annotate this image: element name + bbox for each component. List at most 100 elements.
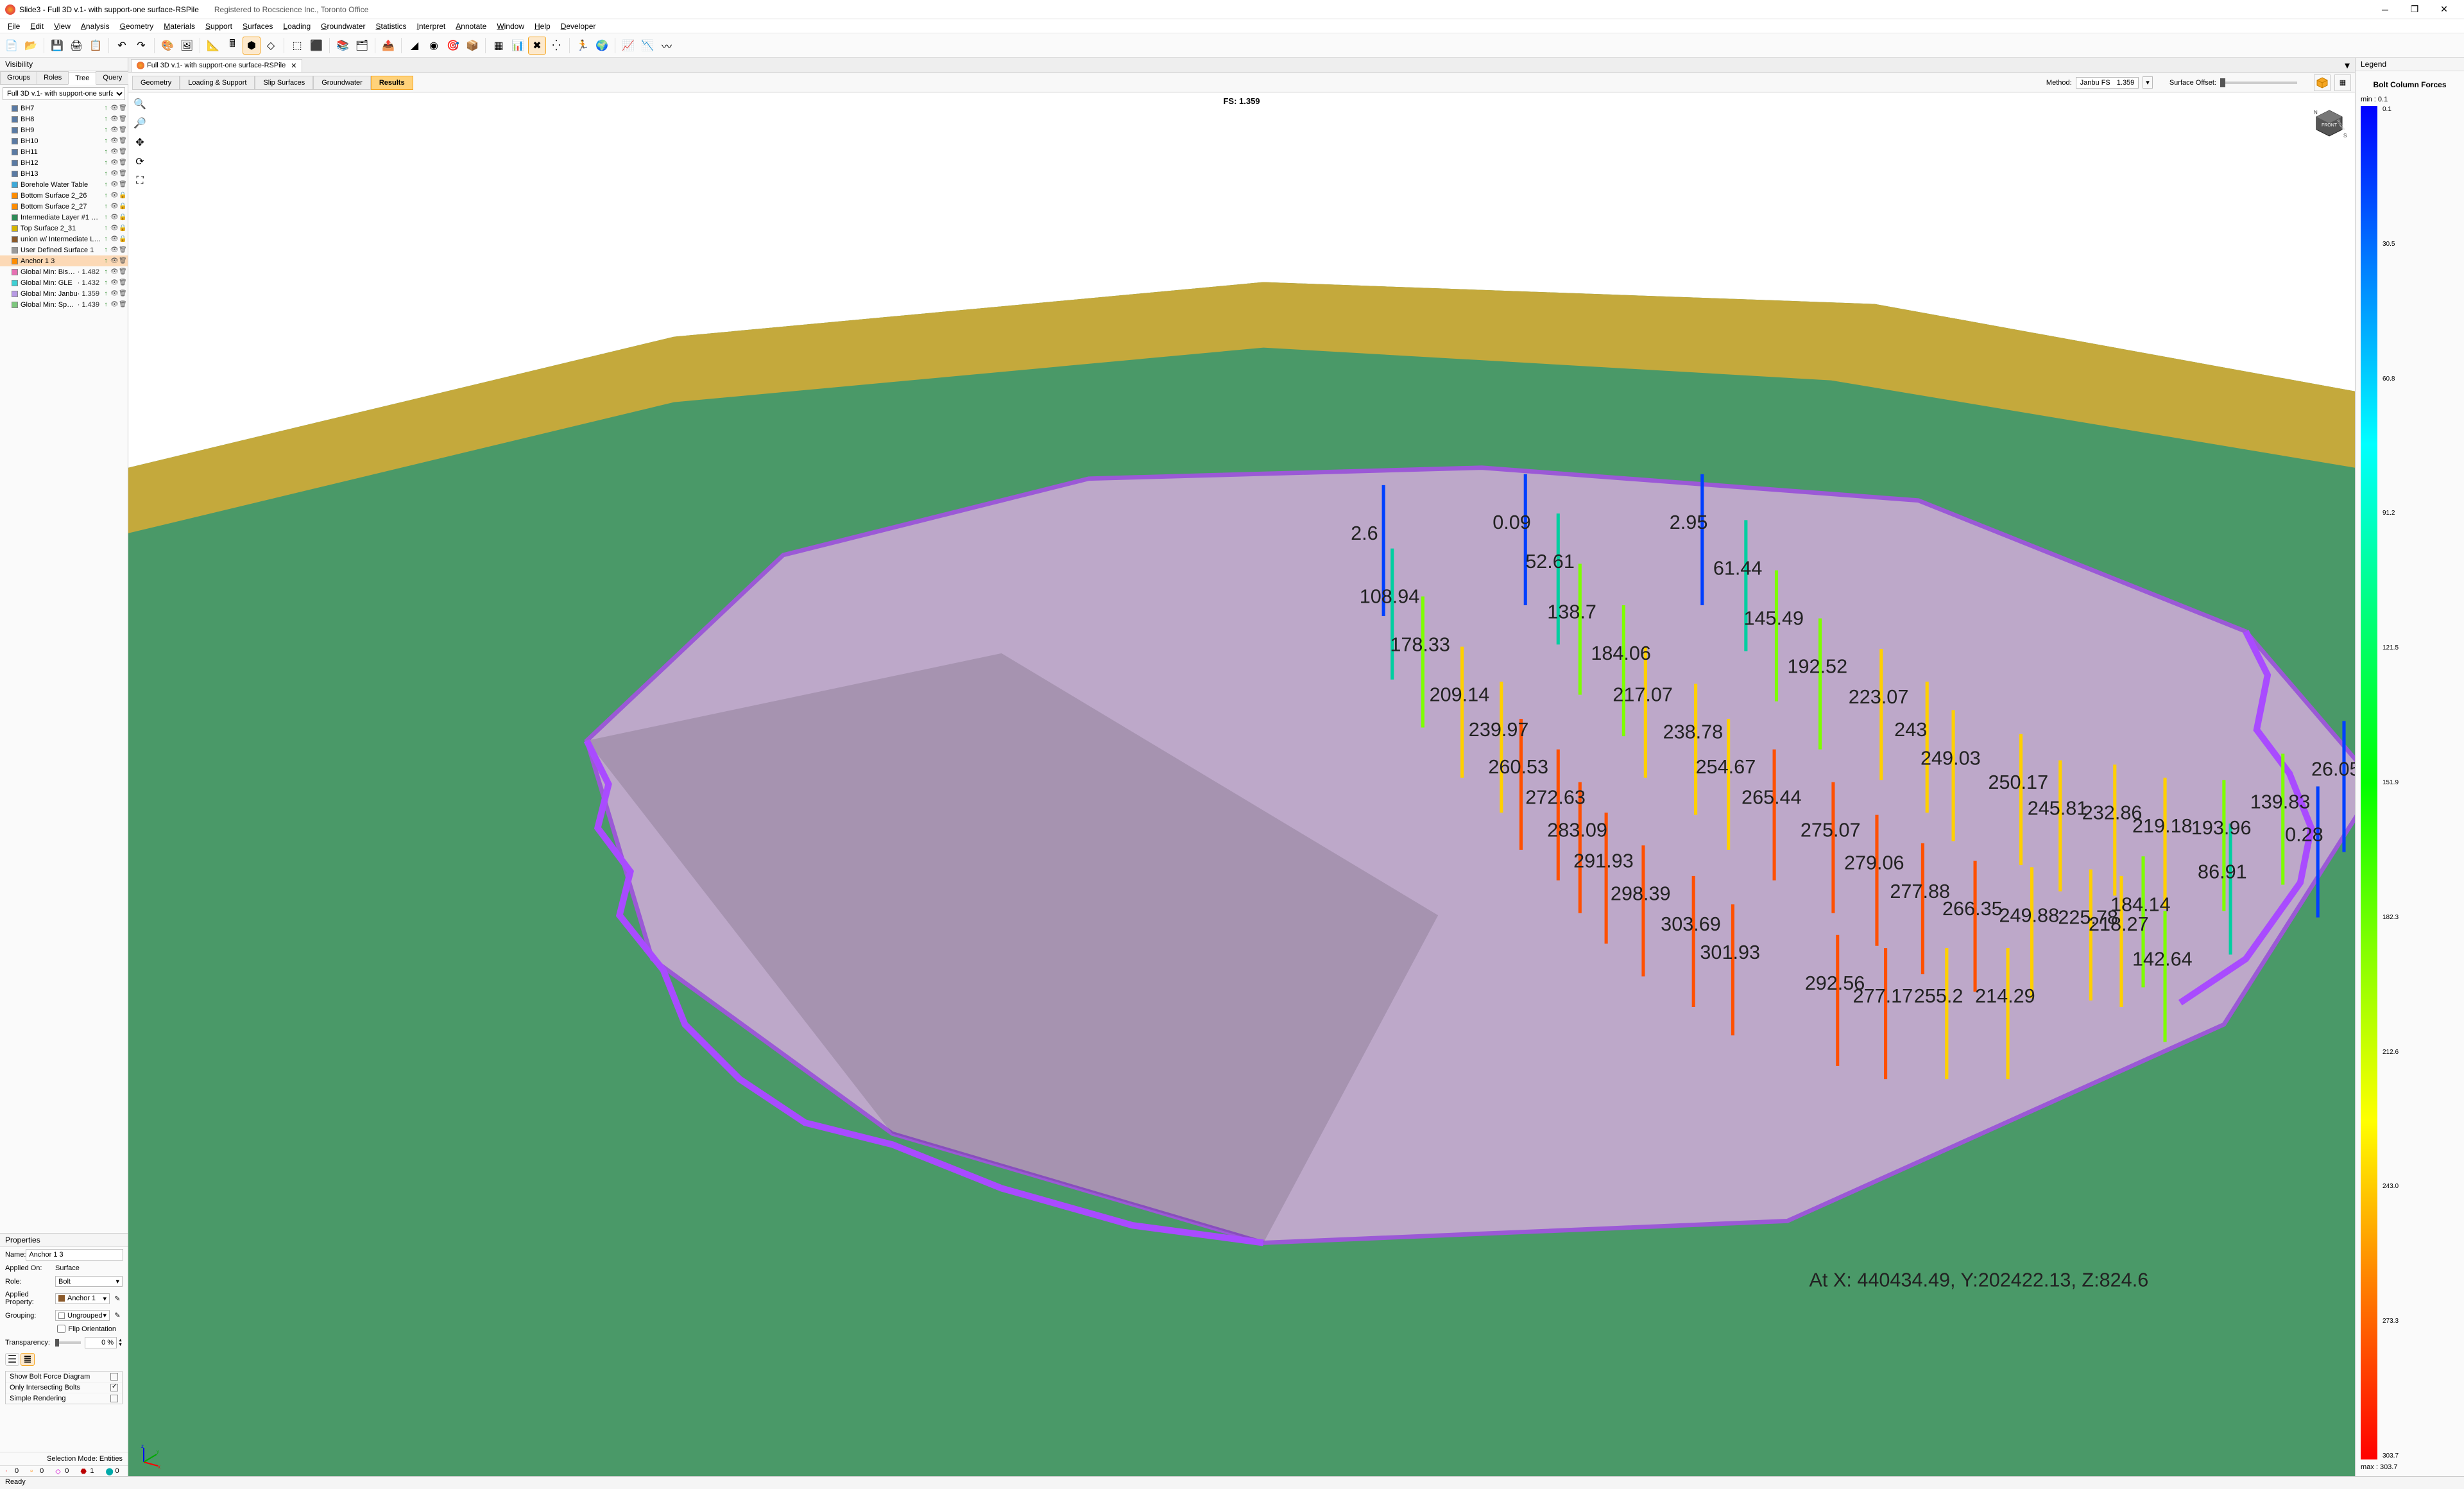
menu-statistics[interactable]: Statistics bbox=[371, 21, 412, 32]
visibility-up-icon[interactable]: ↑ bbox=[102, 301, 110, 309]
measure-icon[interactable]: 📐 bbox=[204, 37, 222, 55]
delete-icon[interactable]: 🗑 bbox=[119, 159, 126, 167]
visibility-up-icon[interactable]: ↑ bbox=[102, 116, 110, 123]
eye-icon[interactable]: 👁 bbox=[110, 290, 118, 298]
lock-icon[interactable]: 🔒 bbox=[119, 203, 126, 211]
scatter-icon[interactable]: ⁛ bbox=[547, 37, 565, 55]
menu-surfaces[interactable]: Surfaces bbox=[237, 21, 278, 32]
edit-grouping-icon[interactable]: ✎ bbox=[112, 1311, 123, 1320]
print-icon[interactable]: 🖨 bbox=[67, 37, 85, 55]
delete-icon[interactable]: 🗑 bbox=[119, 257, 126, 265]
visibility-up-icon[interactable]: ↑ bbox=[102, 105, 110, 112]
select-box-icon[interactable]: ⬚ bbox=[288, 37, 306, 55]
tab-dropdown-icon[interactable]: ▾ bbox=[2340, 59, 2355, 72]
visibility-up-icon[interactable]: ↑ bbox=[102, 279, 110, 287]
delete-icon[interactable]: 🗑 bbox=[119, 279, 126, 287]
visibility-up-icon[interactable]: ↑ bbox=[102, 137, 110, 145]
eye-icon[interactable]: 👁 bbox=[110, 301, 118, 309]
menu-interpret[interactable]: Interpret bbox=[412, 21, 451, 32]
eye-icon[interactable]: 👁 bbox=[110, 105, 118, 112]
new-file-icon[interactable]: 📄 bbox=[3, 37, 21, 55]
delete-icon[interactable]: 🗑 bbox=[119, 126, 126, 134]
calculator-icon[interactable]: 🖩 bbox=[223, 37, 241, 55]
eye-icon[interactable]: 👁 bbox=[110, 170, 118, 178]
delete-icon[interactable]: 🗑 bbox=[119, 105, 126, 112]
pan-icon[interactable]: ✥ bbox=[132, 135, 148, 150]
delete-icon[interactable]: 🗑 bbox=[119, 148, 126, 156]
flip-orientation-checkbox[interactable] bbox=[57, 1325, 65, 1333]
axes-toggle-icon[interactable]: ✖ bbox=[528, 37, 546, 55]
visibility-up-icon[interactable]: ↑ bbox=[102, 290, 110, 298]
menu-help[interactable]: Help bbox=[529, 21, 556, 32]
tree-item[interactable]: Borehole Water Table↑👁🗑 bbox=[0, 179, 128, 190]
delete-icon[interactable]: 🗑 bbox=[119, 268, 126, 276]
tree-item[interactable]: User Defined Surface 1↑👁🗑 bbox=[0, 245, 128, 255]
orbit-icon[interactable]: ⟳ bbox=[132, 154, 148, 169]
chart2-icon[interactable]: 📉 bbox=[638, 37, 656, 55]
tree-item[interactable]: BH11↑👁🗑 bbox=[0, 146, 128, 157]
close-tab-icon[interactable]: ✕ bbox=[291, 62, 296, 70]
tree-item[interactable]: Anchor 1 3↑👁🗑 bbox=[0, 255, 128, 266]
export-icon[interactable]: 📤 bbox=[379, 37, 397, 55]
close-button[interactable]: ✕ bbox=[2429, 0, 2459, 19]
menu-view[interactable]: View bbox=[49, 21, 76, 32]
role-select[interactable]: Bolt▾ bbox=[55, 1276, 123, 1287]
menu-geometry[interactable]: Geometry bbox=[115, 21, 159, 32]
chart1-icon[interactable]: 📈 bbox=[619, 37, 637, 55]
image-icon[interactable]: 🖼 bbox=[178, 37, 196, 55]
tree-item[interactable]: BH12↑👁🗑 bbox=[0, 157, 128, 168]
option-checkbox[interactable] bbox=[110, 1395, 118, 1402]
chart-bar-icon[interactable]: 📊 bbox=[509, 37, 527, 55]
delete-icon[interactable]: 🗑 bbox=[119, 116, 126, 123]
tree-item[interactable]: BH9↑👁🗑 bbox=[0, 125, 128, 135]
delete-icon[interactable]: 🗑 bbox=[119, 137, 126, 145]
grid-icon[interactable]: ▦ bbox=[490, 37, 508, 55]
eye-icon[interactable]: 👁 bbox=[110, 236, 118, 243]
method-dropdown-icon[interactable]: ▾ bbox=[2143, 76, 2153, 89]
detail-view-icon[interactable]: ≣ bbox=[21, 1353, 35, 1366]
lock-icon[interactable]: 🔒 bbox=[119, 214, 126, 221]
visibility-up-icon[interactable]: ↑ bbox=[102, 225, 110, 232]
globe-icon[interactable]: 🌍 bbox=[593, 37, 611, 55]
workflow-step-results[interactable]: Results bbox=[371, 76, 413, 90]
option-row[interactable]: Show Bolt Force Diagram bbox=[6, 1372, 122, 1382]
edit-applied-prop-icon[interactable]: ✎ bbox=[112, 1295, 123, 1303]
option-checkbox[interactable] bbox=[110, 1384, 118, 1391]
box3d-icon[interactable]: 📦 bbox=[463, 37, 481, 55]
tree-item[interactable]: Global Min: GLE· 1.432↑👁🗑 bbox=[0, 277, 128, 288]
eye-icon[interactable]: 👁 bbox=[110, 126, 118, 134]
visibility-up-icon[interactable]: ↑ bbox=[102, 214, 110, 221]
visibility-up-icon[interactable]: ↑ bbox=[102, 268, 110, 276]
transparency-slider[interactable] bbox=[55, 1341, 81, 1344]
delete-icon[interactable]: 🗑 bbox=[119, 301, 126, 309]
visibility-up-icon[interactable]: ↑ bbox=[102, 181, 110, 189]
tree-item[interactable]: BH13↑👁🗑 bbox=[0, 168, 128, 179]
applied-prop-select[interactable]: Anchor 1▾ bbox=[55, 1293, 110, 1304]
viewport-3d[interactable]: 2.60.092.9552.6161.44108.94138.7145.4917… bbox=[128, 92, 2355, 1476]
eye-icon[interactable]: 👁 bbox=[110, 159, 118, 167]
option-checkbox[interactable] bbox=[110, 1373, 118, 1381]
zoom-out-icon[interactable]: 🔎 bbox=[132, 116, 148, 131]
runner-icon[interactable]: 🏃 bbox=[574, 37, 592, 55]
eye-icon[interactable]: 👁 bbox=[110, 116, 118, 123]
layers-icon[interactable]: 📚 bbox=[334, 37, 352, 55]
tree-item[interactable]: BH7↑👁🗑 bbox=[0, 103, 128, 114]
zoom-in-icon[interactable]: 🔍 bbox=[132, 96, 148, 112]
menu-materials[interactable]: Materials bbox=[158, 21, 200, 32]
eye-icon[interactable]: 👁 bbox=[110, 203, 118, 211]
delete-icon[interactable]: 🗑 bbox=[119, 290, 126, 298]
menu-analysis[interactable]: Analysis bbox=[76, 21, 115, 32]
delete-icon[interactable]: 🗑 bbox=[119, 181, 126, 189]
eye-icon[interactable]: 👁 bbox=[110, 148, 118, 156]
minimize-button[interactable]: ─ bbox=[2370, 0, 2400, 19]
option-row[interactable]: Simple Rendering bbox=[6, 1393, 122, 1404]
fit-icon[interactable]: ⛶ bbox=[132, 173, 148, 189]
visibility-up-icon[interactable]: ↑ bbox=[102, 257, 110, 265]
lock-icon[interactable]: 🔒 bbox=[119, 225, 126, 232]
workflow-step-groundwater[interactable]: Groundwater bbox=[313, 76, 371, 90]
eye-icon[interactable]: 👁 bbox=[110, 279, 118, 287]
chart3-icon[interactable]: 〰 bbox=[658, 37, 676, 55]
cube-solid-icon[interactable]: ⬢ bbox=[243, 37, 261, 55]
select-lasso-icon[interactable]: ⬛ bbox=[307, 37, 325, 55]
multiview-button[interactable]: ▦ bbox=[2334, 74, 2351, 91]
